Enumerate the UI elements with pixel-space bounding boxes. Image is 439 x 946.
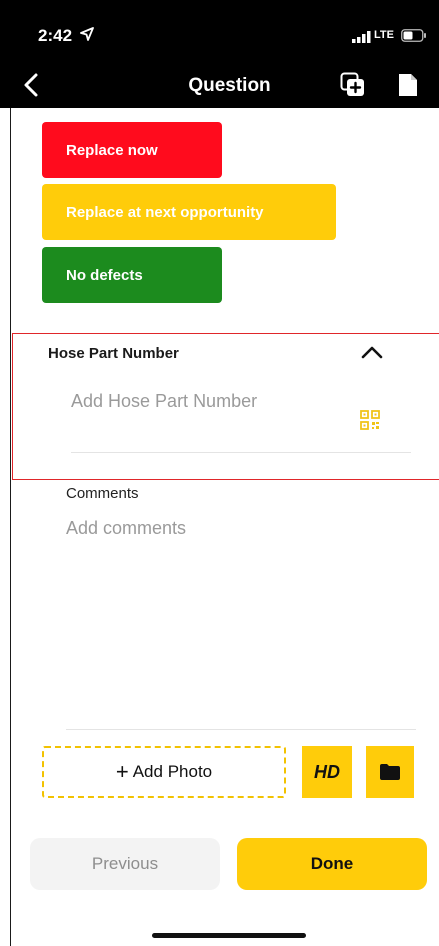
add-photo-button[interactable]: + Add Photo bbox=[42, 746, 286, 798]
home-indicator bbox=[152, 933, 306, 938]
page-title: Question bbox=[188, 75, 271, 96]
done-button[interactable]: Done bbox=[237, 838, 427, 890]
comments-label: Comments bbox=[66, 485, 139, 502]
hose-input-underline bbox=[71, 452, 411, 453]
hose-part-number-input[interactable] bbox=[71, 391, 341, 412]
network-type: LTE bbox=[374, 29, 394, 41]
status-time: 2:42 bbox=[38, 26, 73, 45]
folder-icon bbox=[380, 764, 400, 780]
option-replace-next-opportunity-button[interactable]: Replace at next opportunity bbox=[42, 184, 336, 240]
comments-input[interactable] bbox=[66, 518, 396, 548]
plus-icon: + bbox=[115, 759, 129, 784]
option-no-defects-button[interactable]: No defects bbox=[42, 247, 222, 303]
option-replace-now-button[interactable]: Replace now bbox=[42, 122, 222, 178]
previous-button[interactable]: Previous bbox=[30, 838, 220, 890]
add-photo-label: Add Photo bbox=[132, 762, 213, 781]
battery-icon bbox=[401, 29, 426, 42]
hd-toggle-button[interactable]: HD bbox=[302, 746, 352, 798]
document-icon[interactable] bbox=[397, 72, 419, 98]
gallery-button[interactable] bbox=[366, 746, 414, 798]
comments-underline bbox=[66, 729, 416, 730]
status-bar: 2:42 LTE bbox=[0, 0, 439, 62]
copy-add-icon[interactable] bbox=[340, 72, 366, 98]
signal-bars-icon bbox=[352, 31, 371, 43]
location-arrow-icon bbox=[80, 27, 94, 41]
screen-edge bbox=[10, 0, 11, 946]
navigation-bar: Question bbox=[0, 62, 439, 108]
chevron-up-icon[interactable] bbox=[360, 344, 384, 360]
qr-code-icon[interactable] bbox=[360, 410, 380, 430]
hose-part-number-label: Hose Part Number bbox=[48, 345, 179, 362]
hose-part-number-section: Hose Part Number bbox=[12, 333, 439, 480]
